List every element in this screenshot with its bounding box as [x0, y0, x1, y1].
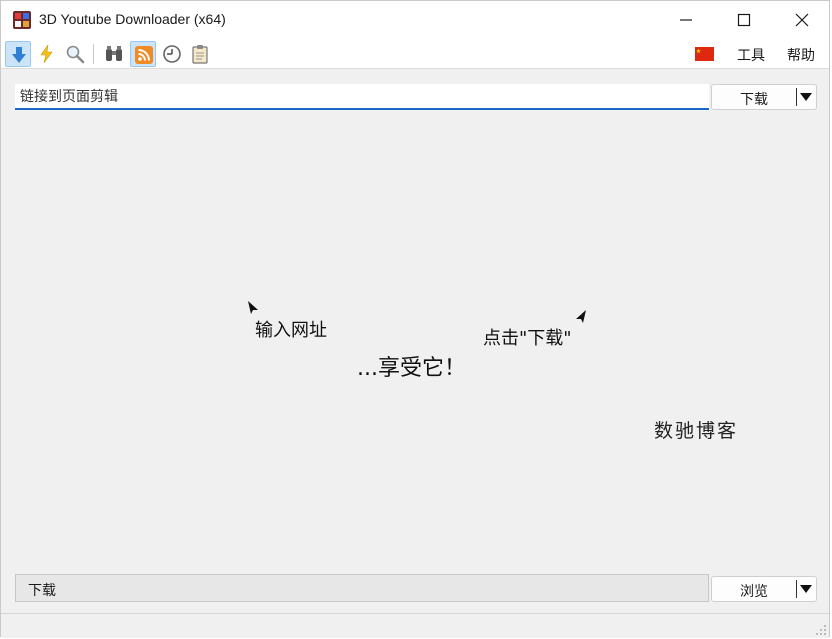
menu-tools[interactable]: 工具	[737, 45, 765, 65]
find-button[interactable]	[101, 41, 127, 67]
browse-button[interactable]: 浏览	[711, 576, 817, 602]
browse-button-label: 浏览	[740, 584, 768, 600]
chevron-down-icon[interactable]	[800, 93, 812, 102]
rss-feed-icon	[135, 46, 153, 64]
close-icon	[795, 13, 809, 27]
lightning-icon	[40, 44, 53, 64]
toolbar-separator	[93, 44, 94, 64]
hint-enjoy: ...享受它！	[357, 356, 466, 381]
minimize-icon	[680, 19, 692, 21]
title-bar[interactable]: 3D Youtube Downloader (x64)	[1, 1, 829, 39]
search-button[interactable]	[62, 41, 88, 67]
toolbar: 工具 帮助	[1, 39, 829, 69]
hint-click-download: 点击"下载"	[483, 328, 572, 349]
split-divider	[796, 580, 797, 598]
output-folder-field[interactable]: 下载	[15, 574, 709, 602]
clipboard-button[interactable]	[187, 41, 213, 67]
app-logo-icon	[13, 11, 31, 29]
maximize-button[interactable]	[715, 1, 773, 39]
chevron-down-icon[interactable]	[800, 585, 812, 594]
status-bar	[1, 613, 829, 638]
cursor-pointer-icon	[576, 310, 586, 323]
minimize-button[interactable]	[657, 1, 715, 39]
history-button[interactable]	[159, 41, 185, 67]
download-button-label: 下载	[740, 92, 768, 108]
hint-enter-url: 输入网址	[255, 320, 327, 341]
window-title: 3D Youtube Downloader (x64)	[39, 11, 226, 27]
download-mode-button[interactable]	[5, 41, 31, 67]
split-divider	[796, 88, 797, 106]
maximize-icon	[737, 13, 751, 27]
cursor-pointer-icon	[248, 301, 258, 314]
binoculars-icon	[106, 46, 122, 61]
app-window: 3D Youtube Downloader (x64) 工具 帮助 链接到页面剪…	[0, 0, 830, 638]
clock-history-icon	[163, 45, 181, 63]
rss-feed-button[interactable]	[130, 41, 156, 67]
resize-grip-icon[interactable]	[815, 624, 827, 636]
watermark-text: 数驰博客	[654, 420, 739, 442]
url-input[interactable]	[15, 84, 709, 110]
download-button[interactable]: 下载	[711, 84, 817, 110]
china-flag-icon[interactable]	[695, 47, 714, 61]
magnifier-icon	[66, 45, 85, 64]
menu-help[interactable]: 帮助	[787, 45, 815, 65]
download-arrow-icon	[12, 47, 26, 63]
clipboard-icon	[192, 45, 208, 64]
close-button[interactable]	[773, 1, 831, 39]
quick-download-button[interactable]	[34, 41, 60, 67]
